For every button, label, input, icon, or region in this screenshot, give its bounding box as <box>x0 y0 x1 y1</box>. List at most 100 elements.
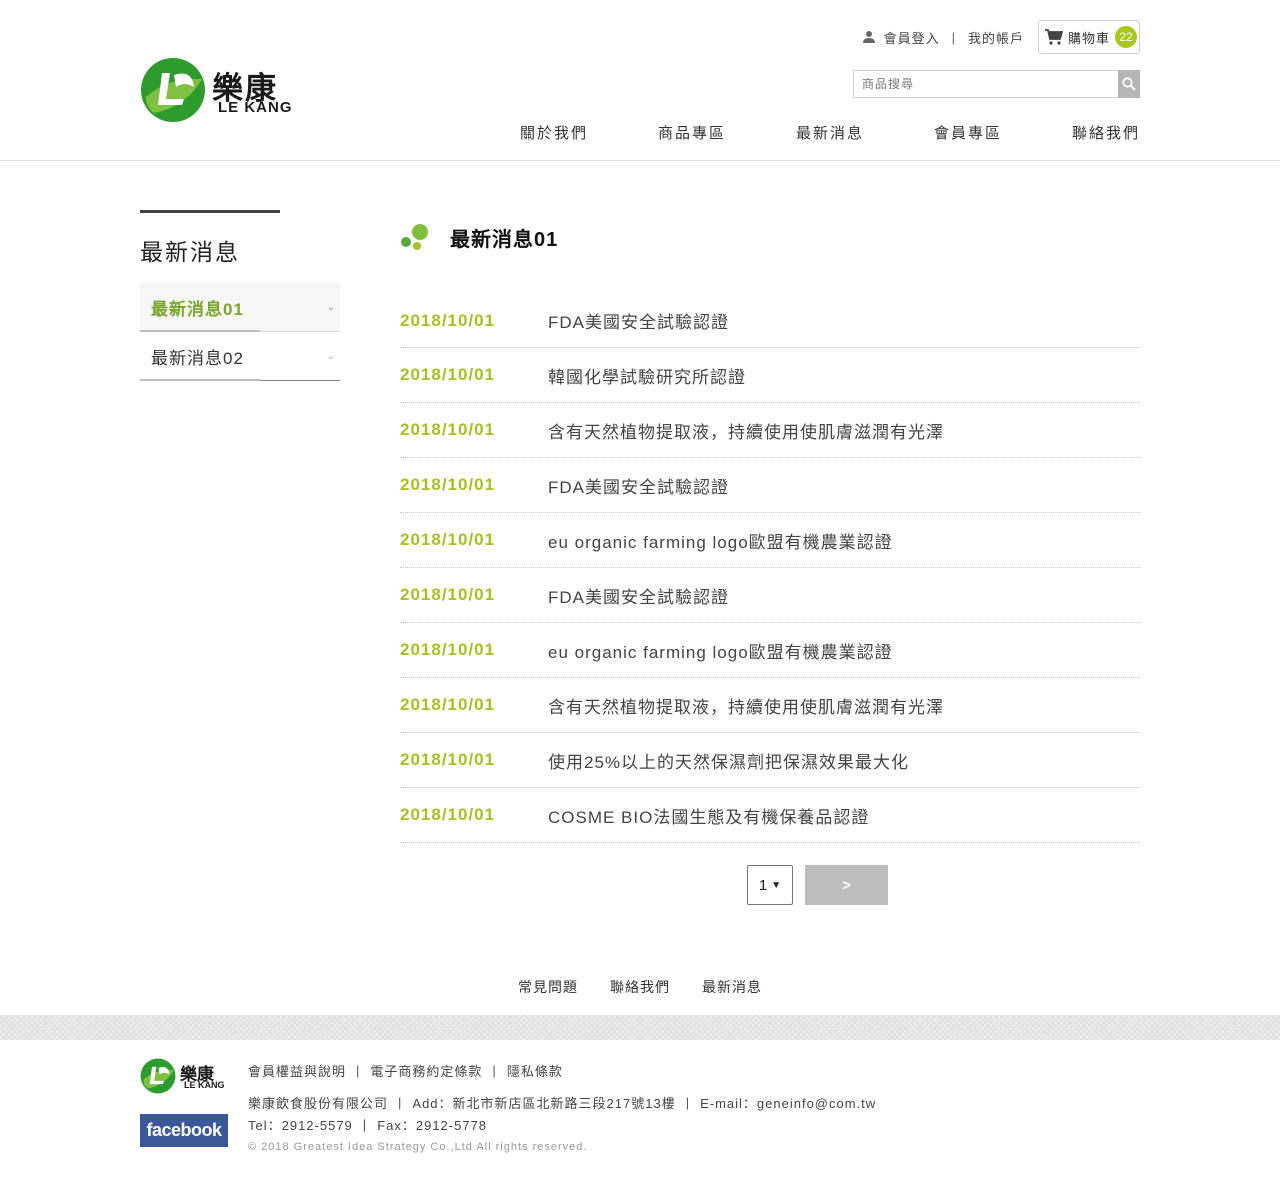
news-title-link[interactable]: 含有天然植物提取液，持續使用使肌膚滋潤有光澤 <box>548 693 944 718</box>
news-title-link[interactable]: COSME BIO法國生態及有機保養品認證 <box>548 803 869 828</box>
news-title-link[interactable]: FDA美國安全試驗認證 <box>548 473 729 498</box>
news-main: 最新消息01 2018/10/01 FDA美國安全試驗認證 2018/10/01… <box>400 220 1140 905</box>
nav-products[interactable]: 商品專區 <box>588 122 726 143</box>
news-row[interactable]: 2018/10/01 韓國化學試驗研究所認證 <box>400 348 1140 403</box>
news-date: 2018/10/01 <box>400 750 496 769</box>
news-title-link[interactable]: FDA美國安全試驗認證 <box>548 583 729 608</box>
shopping-cart-icon <box>1045 29 1063 45</box>
sidebar-item-news-01[interactable]: 最新消息01 ⌄ <box>140 283 340 332</box>
search-input[interactable] <box>853 70 1118 98</box>
news-date: 2018/10/01 <box>400 805 496 824</box>
search-button[interactable] <box>1118 70 1140 98</box>
news-date: 2018/10/01 <box>400 530 496 549</box>
sidebar-title: 最新消息 <box>140 239 240 265</box>
separator: | <box>398 1095 403 1110</box>
my-account-link[interactable]: 我的帳戶 <box>968 28 1024 47</box>
sidebar-item-underline <box>140 379 260 381</box>
green-dots-icon <box>401 224 428 250</box>
policy-link-privacy[interactable]: 隱私條款 <box>507 1061 563 1080</box>
section-heading: 最新消息01 <box>400 220 1140 254</box>
nav-contact[interactable]: 聯絡我們 <box>1002 122 1140 143</box>
footer-logo[interactable]: 樂康 LE KANG <box>140 1058 230 1094</box>
pagination: 1 ▼ > <box>747 865 888 905</box>
news-title-link[interactable]: 使用25%以上的天然保濕劑把保濕效果最大化 <box>548 748 909 773</box>
news-row[interactable]: 2018/10/01 使用25%以上的天然保濕劑把保濕效果最大化 <box>400 733 1140 788</box>
separator: | <box>356 1063 361 1078</box>
footer-link-news[interactable]: 最新消息 <box>702 977 762 997</box>
sidebar-top-rule <box>140 210 280 213</box>
news-title-link[interactable]: eu organic farming logo歐盟有機農業認證 <box>548 638 893 663</box>
sidebar-item-label: 最新消息01 <box>151 299 244 319</box>
main-nav: 關於我們 商品專區 最新消息 會員專區 聯絡我們 <box>498 122 1140 143</box>
news-sidebar: 最新消息 最新消息01 ⌄ 最新消息02 ⌄ <box>140 210 340 381</box>
sidebar-item-news-02[interactable]: 最新消息02 ⌄ <box>140 332 340 381</box>
shopping-cart-button[interactable]: 購物車 22 <box>1038 20 1140 54</box>
nav-news[interactable]: 最新消息 <box>726 122 864 143</box>
footer-info: 會員權益與說明 | 電子商務約定條款 | 隱私條款 樂康飲食股份有限公司 | A… <box>248 1060 876 1157</box>
footer-link-faq[interactable]: 常見問題 <box>518 977 578 997</box>
person-icon <box>862 31 875 43</box>
news-date: 2018/10/01 <box>400 420 496 439</box>
news-row[interactable]: 2018/10/01 eu organic farming logo歐盟有機農業… <box>400 623 1140 678</box>
separator: | <box>492 1063 497 1078</box>
chevron-down-icon: ⌄ <box>326 351 336 362</box>
footer-company-line: 樂康飲食股份有限公司 | Add：新北市新店區北新路三段217號13樓 | E-… <box>248 1092 876 1113</box>
current-page: 1 <box>758 876 768 894</box>
news-row[interactable]: 2018/10/01 FDA美國安全試驗認證 <box>400 286 1140 348</box>
separator: | <box>685 1095 691 1110</box>
footer-pattern-band <box>0 1015 1280 1040</box>
product-search <box>853 70 1140 98</box>
news-date: 2018/10/01 <box>400 475 496 494</box>
news-title-link[interactable]: 含有天然植物提取液，持續使用使肌膚滋潤有光澤 <box>548 418 944 443</box>
news-row[interactable]: 2018/10/01 FDA美國安全試驗認證 <box>400 458 1140 513</box>
footer-phone-line: Tel：2912-5579 | Fax：2912-5778 <box>248 1114 876 1135</box>
news-date: 2018/10/01 <box>400 365 496 384</box>
page-select[interactable]: 1 ▼ <box>747 865 793 905</box>
site-footer: 樂康 LE KANG facebook 會員權益與說明 | 電子商務約定條款 |… <box>140 1058 1140 1158</box>
footer-policy-links: 會員權益與說明 | 電子商務約定條款 | 隱私條款 <box>248 1060 876 1081</box>
facebook-button[interactable]: facebook <box>140 1114 228 1147</box>
nav-about[interactable]: 關於我們 <box>498 122 588 143</box>
caret-down-icon: ▼ <box>771 879 782 891</box>
nav-members[interactable]: 會員專區 <box>864 122 1002 143</box>
sidebar-item-label: 最新消息02 <box>151 348 244 368</box>
news-row[interactable]: 2018/10/01 FDA美國安全試驗認證 <box>400 568 1140 623</box>
news-row[interactable]: 2018/10/01 含有天然植物提取液，持續使用使肌膚滋潤有光澤 <box>400 678 1140 733</box>
news-row[interactable]: 2018/10/01 含有天然植物提取液，持續使用使肌膚滋潤有光澤 <box>400 403 1140 458</box>
news-list: 2018/10/01 FDA美國安全試驗認證 2018/10/01 韓國化學試驗… <box>400 286 1140 843</box>
news-date: 2018/10/01 <box>400 695 496 714</box>
company-fax: Fax：2912-5778 <box>377 1118 488 1133</box>
news-row[interactable]: 2018/10/01 COSME BIO法國生態及有機保養品認證 <box>400 788 1140 843</box>
footer-brand-name-en: LE KANG <box>184 1080 225 1090</box>
company-tel: Tel：2912-5579 <box>248 1118 353 1133</box>
news-date: 2018/10/01 <box>400 640 496 659</box>
company-address: Add：新北市新店區北新路三段217號13樓 <box>412 1096 676 1111</box>
news-title-link[interactable]: eu organic farming logo歐盟有機農業認證 <box>548 528 893 553</box>
page-title: 最新消息01 <box>450 228 559 251</box>
company-name: 樂康飲食股份有限公司 <box>248 1096 389 1111</box>
news-date: 2018/10/01 <box>400 585 496 604</box>
news-date: 2018/10/01 <box>400 310 496 330</box>
company-email[interactable]: E-mail：geneinfo@com.tw <box>700 1093 876 1112</box>
login-link[interactable]: 會員登入 <box>884 28 940 47</box>
next-page-button[interactable]: > <box>805 865 888 905</box>
chevron-down-icon: ⌄ <box>326 302 336 313</box>
site-header: 樂康 LE KANG 會員登入 | 我的帳戶 購物車 22 商品搜尋 關於我們 … <box>0 0 1280 161</box>
leaf-logo-icon <box>141 58 205 122</box>
footer-link-contact[interactable]: 聯絡我們 <box>610 977 670 997</box>
cart-label: 購物車 <box>1068 30 1111 46</box>
cart-count-badge: 22 <box>1115 26 1138 48</box>
separator: | <box>362 1117 368 1132</box>
policy-link-ecommerce-terms[interactable]: 電子商務約定條款 <box>370 1061 482 1080</box>
topbar-separator: | <box>951 29 956 45</box>
brand-name-en: LE KANG <box>218 99 293 116</box>
brand-logo[interactable]: 樂康 LE KANG <box>140 57 305 125</box>
news-row[interactable]: 2018/10/01 eu organic farming logo歐盟有機農業… <box>400 513 1140 568</box>
leaf-logo-icon <box>140 1058 176 1094</box>
news-title-link[interactable]: FDA美國安全試驗認證 <box>548 308 729 333</box>
search-icon <box>1122 77 1136 91</box>
copyright: © 2018 Greatest Idea Strategy Co.,Ltd Al… <box>248 1140 588 1153</box>
news-title-link[interactable]: 韓國化學試驗研究所認證 <box>548 363 746 388</box>
policy-link-member-rights[interactable]: 會員權益與說明 <box>248 1061 346 1080</box>
footer-quick-links: 常見問題 聯絡我們 最新消息 <box>0 977 1280 997</box>
